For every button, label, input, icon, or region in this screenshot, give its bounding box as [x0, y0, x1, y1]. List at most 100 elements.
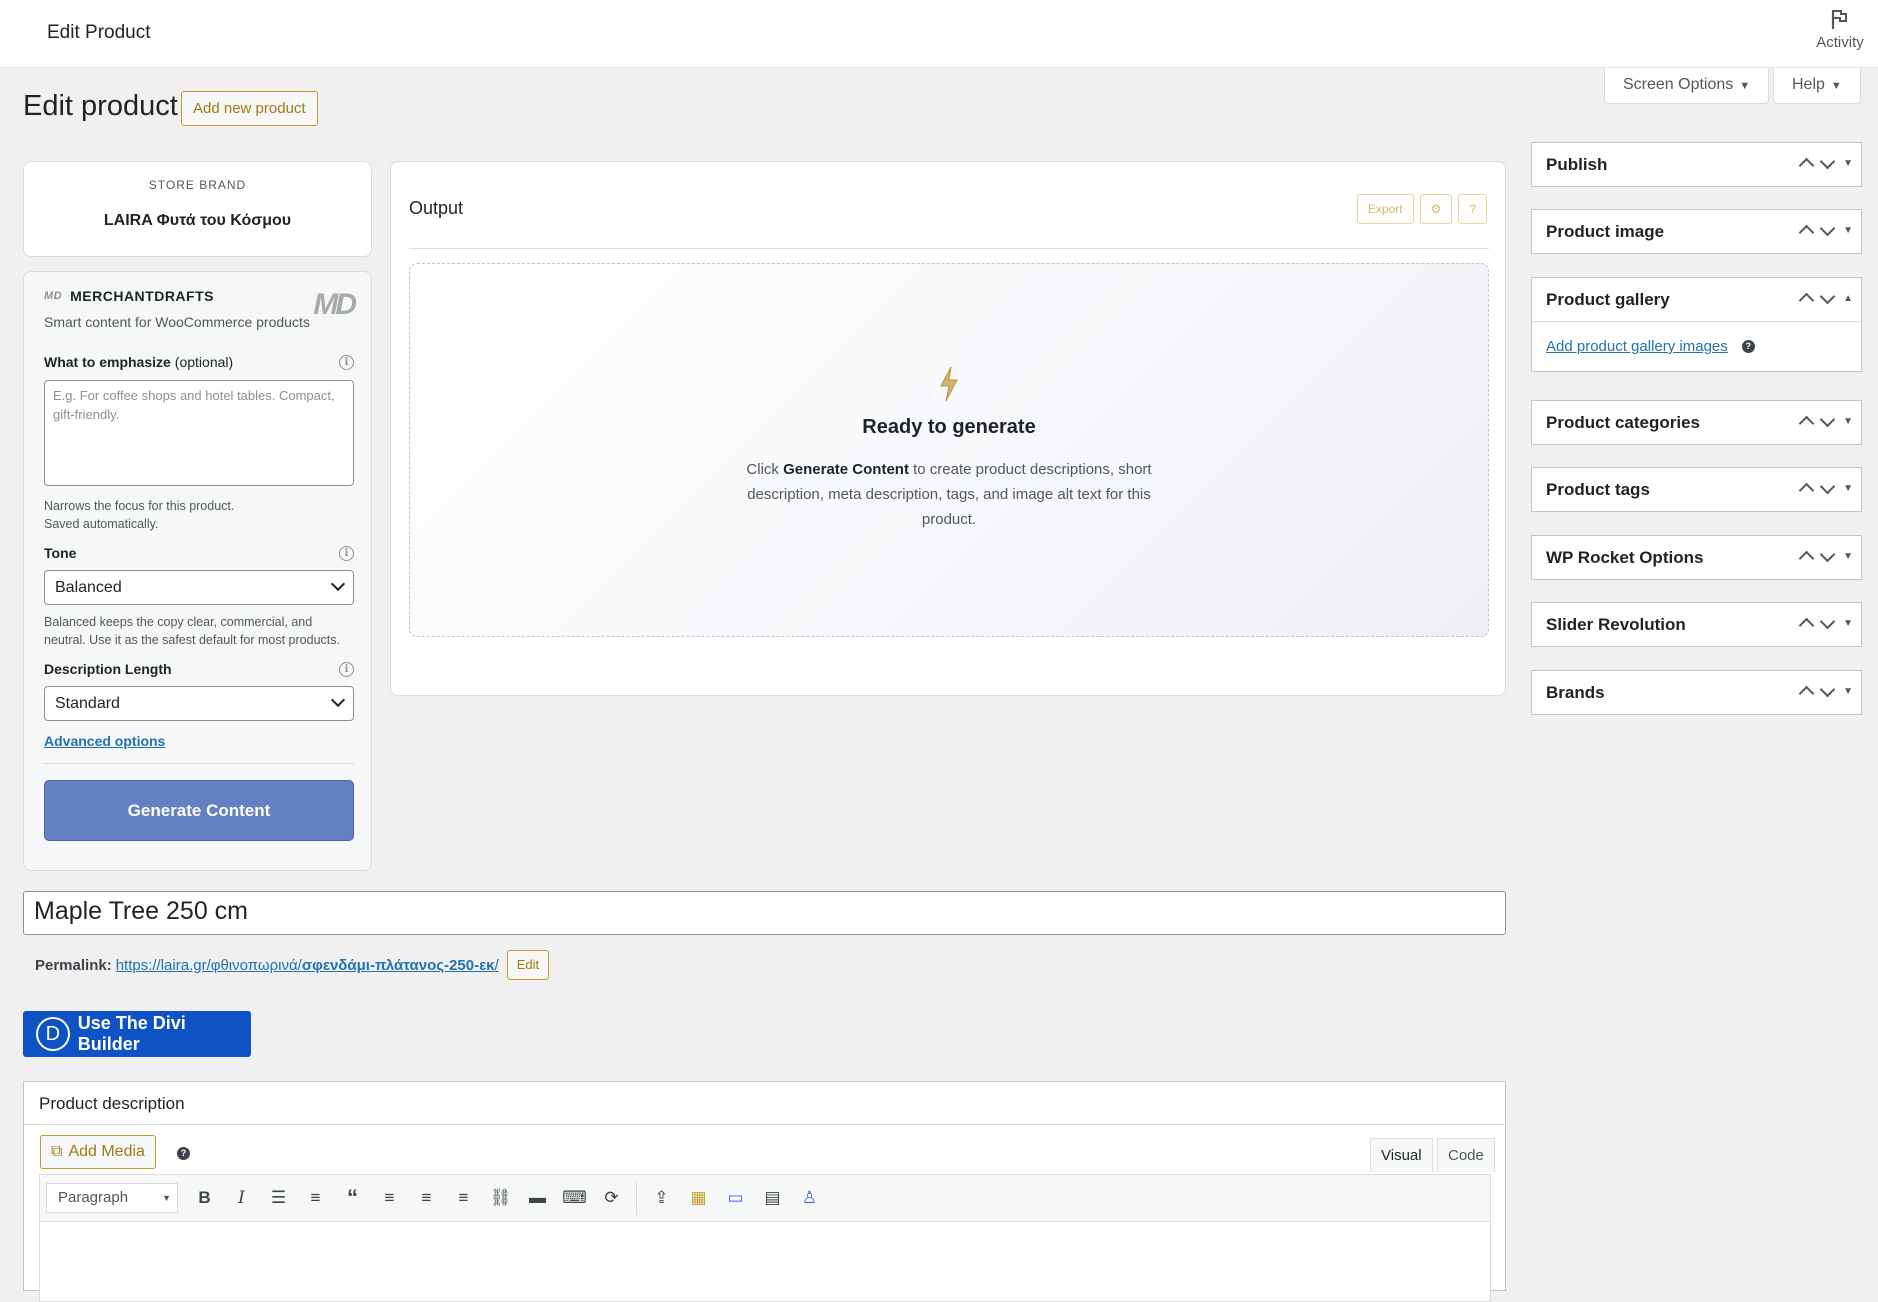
slider-icon[interactable]: ▭ [719, 1183, 752, 1213]
box-title: Product categories [1546, 412, 1700, 432]
help-button[interactable]: Help ▼ [1773, 68, 1861, 104]
keyboard-icon[interactable]: ⌨ [558, 1183, 591, 1213]
activity-button[interactable]: Activity [1812, 8, 1868, 51]
permalink-label: Permalink: [35, 956, 112, 974]
chevron-up-icon[interactable] [1798, 482, 1815, 499]
ready-title: Ready to generate [862, 416, 1036, 438]
divider [409, 248, 1489, 249]
add-media-button[interactable]: ⧉ Add Media [40, 1135, 156, 1169]
output-help-button[interactable]: ? [1458, 194, 1487, 224]
product-gallery-box: Product gallery ▲ Add product gallery im… [1531, 277, 1862, 372]
chevron-up-icon[interactable] [1798, 224, 1815, 241]
numbered-list-icon[interactable]: ≡ [299, 1183, 332, 1213]
box-header[interactable]: Product gallery ▲ [1532, 278, 1861, 321]
emphasize-textarea[interactable]: E.g. For coffee shops and hotel tables. … [44, 380, 354, 486]
permalink-link[interactable]: https://laira.gr/φθινοπωρινά/σφενδάμι-πλ… [116, 957, 499, 974]
box-header[interactable]: Publish ▼ [1532, 143, 1861, 186]
advanced-options-link[interactable]: Advanced options [44, 733, 165, 749]
read-more-icon[interactable]: ▬ [521, 1183, 554, 1213]
divi-builder-button[interactable]: D Use The Divi Builder [23, 1011, 251, 1057]
editor-content-area[interactable] [39, 1222, 1491, 1302]
box-header[interactable]: Slider Revolution ▼ [1532, 603, 1861, 646]
permalink-edit-button[interactable]: Edit [506, 950, 550, 980]
toggle-icon[interactable]: ▼ [1843, 618, 1853, 629]
upload-icon[interactable]: ⇪ [645, 1183, 678, 1213]
slider-revolution-box: Slider Revolution ▼ [1531, 602, 1862, 647]
gear-icon[interactable]: ⚙ [1419, 194, 1453, 224]
flag-icon [1831, 10, 1847, 29]
box-title: Product image [1546, 221, 1665, 241]
bulleted-list-icon[interactable]: ☰ [262, 1183, 295, 1213]
chevron-down-icon [330, 576, 346, 592]
chevron-up-icon[interactable] [1798, 157, 1815, 174]
add-gallery-images-link[interactable]: Add product gallery images [1546, 338, 1728, 355]
chevron-down-icon [330, 692, 346, 708]
tab-code[interactable]: Code [1437, 1138, 1495, 1172]
chevron-down-icon[interactable] [1819, 220, 1836, 236]
help-icon[interactable]: ? [1741, 340, 1755, 353]
box-header[interactable]: Product categories ▼ [1532, 401, 1861, 444]
help-icon[interactable]: ? [177, 1147, 190, 1160]
toggle-icon[interactable]: ▼ [1843, 225, 1853, 236]
align-right-icon[interactable]: ≡ [447, 1183, 480, 1213]
merchantdrafts-mini-logo: MD [44, 290, 63, 302]
toggle-icon[interactable]: ▼ [1843, 158, 1853, 169]
info-icon[interactable]: i [339, 661, 354, 677]
box-header[interactable]: Product image ▼ [1532, 210, 1861, 253]
chevron-down-icon[interactable] [1819, 681, 1836, 697]
export-button[interactable]: Export [1356, 194, 1414, 224]
chevron-down-icon[interactable] [1819, 478, 1836, 494]
chevron-down-icon[interactable] [1819, 546, 1836, 562]
description-length-select[interactable]: Standard [44, 686, 354, 721]
italic-icon[interactable]: I [225, 1183, 258, 1213]
product-title-input[interactable]: Maple Tree 250 cm [23, 891, 1506, 935]
box-title: Slider Revolution [1546, 614, 1686, 634]
tone-select[interactable]: Balanced [44, 570, 354, 605]
chevron-up-icon[interactable] [1798, 415, 1815, 432]
add-new-product-button[interactable]: Add new product [181, 91, 318, 126]
align-left-icon[interactable]: ≡ [373, 1183, 406, 1213]
box-header[interactable]: WP Rocket Options ▼ [1532, 536, 1861, 579]
box-title: Publish [1546, 154, 1608, 174]
box-header[interactable]: Product tags ▼ [1532, 468, 1861, 511]
store-brand-card: STORE BRAND LAIRA Φυτά του Κόσμου [23, 161, 372, 257]
output-title: Output [409, 198, 464, 218]
toggle-icon[interactable]: ▲ [1843, 293, 1853, 304]
link-icon[interactable]: ⛓ [484, 1183, 517, 1213]
refresh-icon[interactable]: ⟳ [595, 1183, 628, 1213]
chevron-up-icon[interactable] [1798, 550, 1815, 567]
tone-value: Balanced [55, 579, 122, 596]
user-icon[interactable]: ♙ [793, 1183, 826, 1213]
chevron-down-icon[interactable] [1819, 411, 1836, 427]
permalink: Permalink: https://laira.gr/φθινοπωρινά/… [35, 950, 550, 980]
chevron-up-icon[interactable] [1798, 292, 1815, 309]
chevron-down-icon[interactable] [1819, 153, 1836, 169]
info-icon[interactable]: i [339, 354, 354, 370]
lightning-bolt-icon [410, 366, 1488, 406]
page-title: Edit product [23, 90, 178, 122]
ready-desc-before: Click [746, 461, 784, 478]
generate-content-button[interactable]: Generate Content [44, 780, 354, 841]
permalink-slug: σφενδάμι-πλάτανος-250-εκ [301, 956, 495, 974]
blockquote-icon[interactable]: “ [336, 1183, 369, 1213]
info-icon[interactable]: i [339, 545, 354, 561]
toggle-icon[interactable]: ▼ [1843, 483, 1853, 494]
toggle-icon[interactable]: ▼ [1843, 686, 1853, 697]
screen-options-button[interactable]: Screen Options ▼ [1604, 68, 1770, 104]
chevron-up-icon[interactable] [1798, 685, 1815, 702]
chevron-up-icon[interactable] [1798, 617, 1815, 634]
table-icon[interactable]: ▤ [756, 1183, 789, 1213]
shortcode-grid-icon[interactable]: ▦ [682, 1183, 715, 1213]
format-select[interactable]: Paragraph [46, 1183, 178, 1213]
top-bar: Edit Product Activity [0, 0, 1878, 68]
align-center-icon[interactable]: ≡ [410, 1183, 443, 1213]
description-length-label: Description Length i [44, 661, 354, 677]
toggle-icon[interactable]: ▼ [1843, 416, 1853, 427]
tab-visual[interactable]: Visual [1370, 1138, 1433, 1172]
toggle-icon[interactable]: ▼ [1843, 551, 1853, 562]
chevron-down-icon[interactable] [1819, 613, 1836, 629]
box-header[interactable]: Brands ▼ [1532, 671, 1861, 714]
box-title: Brands [1546, 682, 1605, 702]
chevron-down-icon[interactable] [1819, 288, 1836, 304]
bold-icon[interactable]: B [188, 1183, 221, 1213]
